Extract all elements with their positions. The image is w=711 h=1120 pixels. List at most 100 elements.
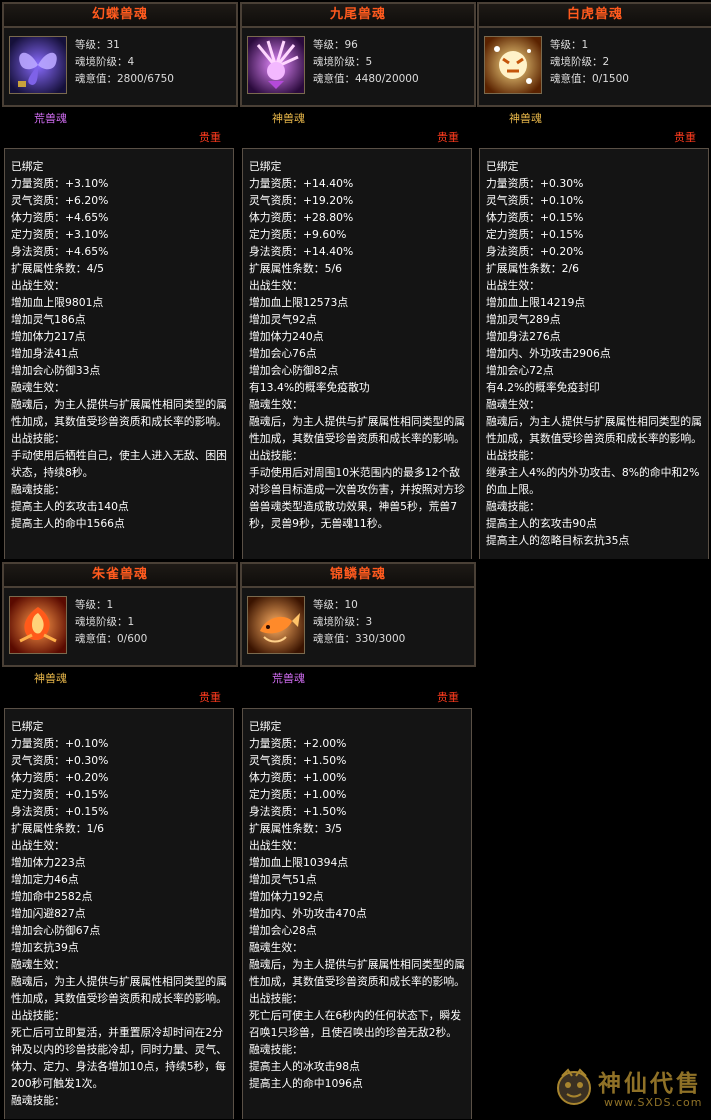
detail-line: 体力资质：+0.20% (11, 771, 109, 784)
detail-line: 融魂生效： (249, 398, 303, 411)
detail-line: 身法资质：+4.65% (11, 245, 109, 258)
card-stats: 等级：1 魂境阶级：2 魂意值：0/1500 (550, 37, 629, 88)
card-title: 朱雀兽魂 (4, 564, 236, 588)
detail-line: 力量资质：+0.30% (486, 177, 584, 190)
stage-text: 魂境阶级：5 (313, 56, 373, 68)
rarity-label: 贵重 (437, 131, 459, 144)
soul-type-label: 神兽魂 (272, 112, 305, 125)
soul-type-label: 神兽魂 (509, 112, 542, 125)
mascot-logo-icon (557, 1068, 591, 1105)
level-text: 等级：96 (313, 39, 358, 51)
stage-text: 魂境阶级：4 (75, 56, 135, 68)
detail-line: 提高主人的忽略目标玄抗35点 (486, 534, 630, 547)
rarity-label: 贵重 (199, 131, 221, 144)
detail-line: 已绑定 (11, 720, 44, 733)
detail-line: 融魂技能： (11, 1094, 65, 1107)
detail-line: 增加内、外功攻击2906点 (486, 347, 611, 360)
rarity-label: 贵重 (199, 691, 221, 704)
soul-card: 白虎兽魂 等级：1 魂境阶级：2 魂意值：0/1500 神兽魂贵重已绑定 力量资质：+0.… (477, 2, 711, 559)
detail-line: 融魂后，为主人提供与扩展属性相同类型的属性加成，其数值受珍兽资质和成长率的影响。 (486, 415, 702, 445)
detail-line: 灵气资质：+6.20% (11, 194, 109, 207)
detail-line: 出战技能： (249, 449, 303, 462)
watermark-text: 神仙代售 (598, 1070, 702, 1097)
detail-line: 增加定力46点 (11, 873, 79, 886)
detail-line: 手动使用后对周围10米范围内的最多12个敌对珍兽目标造成一次兽攻伤害，并按照对方… (249, 466, 465, 530)
detail-line: 增加身法41点 (11, 347, 79, 360)
detail-line: 扩展属性条数：5/6 (249, 262, 342, 275)
watermark-url: www.SXDS.com (604, 1096, 703, 1109)
detail-line: 增加体力217点 (11, 330, 86, 343)
brocade-carp-soul-icon[interactable] (247, 596, 305, 654)
detail-line: 身法资质：+14.40% (249, 245, 354, 258)
soul-type-label: 荒兽魂 (34, 112, 67, 125)
detail-line: 增加会心28点 (249, 924, 317, 937)
detail-line: 定力资质：+1.00% (249, 788, 347, 801)
detail-line: 定力资质：+0.15% (11, 788, 109, 801)
soul-type-label: 神兽魂 (34, 672, 67, 685)
detail-line: 扩展属性条数：1/6 (11, 822, 104, 835)
soul-value-text: 魂意值：0/600 (75, 633, 148, 645)
detail-line: 增加体力192点 (249, 890, 324, 903)
detail-line: 提高主人的玄攻击140点 (11, 500, 129, 513)
vermilion-bird-soul-icon[interactable] (9, 596, 67, 654)
detail-line: 增加会心防御67点 (11, 924, 101, 937)
soul-card: 九尾兽魂 等级：96 魂境阶级：5 魂意值：4480/20000 神兽魂 贵重 已绑定 力量资… (240, 2, 476, 559)
detail-line: 灵气资质：+0.30% (11, 754, 109, 767)
butterfly-soul-icon[interactable] (9, 36, 67, 94)
nine-tail-fox-soul-icon[interactable] (247, 36, 305, 94)
detail-line: 增加会心72点 (486, 364, 554, 377)
detail-line: 增加血上限14219点 (486, 296, 586, 309)
detail-line: 定力资质：+3.10% (11, 228, 109, 241)
soul-card: 锦鳞兽魂 等级：10 魂境阶级：3 魂意值：330/3000 荒兽魂 贵重 已绑定 力量资质：… (240, 562, 476, 1119)
detail-line: 提高主人的命中1096点 (249, 1077, 363, 1090)
detail-line: 身法资质：+0.20% (486, 245, 584, 258)
detail-line: 融魂生效： (11, 381, 65, 394)
detail-line: 融魂生效： (486, 398, 540, 411)
rarity-label: 贵重 (674, 131, 696, 144)
detail-line: 融魂后，为主人提供与扩展属性相同类型的属性加成，其数值受珍兽资质和成长率的影响。 (249, 415, 465, 445)
detail-line: 增加会心防御33点 (11, 364, 101, 377)
detail-line: 已绑定 (249, 160, 282, 173)
card-header: 九尾兽魂 等级：96 魂境阶级：5 魂意值：4480/20000 (240, 2, 476, 107)
detail-line: 增加命中2582点 (11, 890, 93, 903)
card-header: 白虎兽魂 等级：1 魂境阶级：2 魂意值：0/1500 (477, 2, 711, 107)
card-stats: 等级：31 魂境阶级：4 魂意值：2800/6750 (75, 37, 174, 88)
soul-value-text: 魂意值：4480/20000 (313, 73, 419, 85)
card-detail-panel: 已绑定 力量资质：+3.10% 灵气资质：+6.20% 体力资质：+4.65% 定力资质… (4, 148, 234, 559)
detail-line: 融魂生效： (249, 941, 303, 954)
detail-line: 融魂生效： (11, 958, 65, 971)
card-title: 幻蝶兽魂 (4, 4, 236, 28)
detail-line: 体力资质：+28.80% (249, 211, 354, 224)
soul-card: 幻蝶兽魂 等级：31 魂境阶级：4 魂意值：2800/6750 荒兽魂 贵重 已绑定 力量资质… (2, 2, 238, 559)
card-detail-panel: 已绑定 力量资质：+14.40% 灵气资质：+19.20% 体力资质：+28.80% 定… (242, 148, 472, 559)
detail-line: 增加闪避827点 (11, 907, 86, 920)
card-title: 锦鳞兽魂 (242, 564, 474, 588)
detail-line: 提高主人的玄攻击90点 (486, 517, 597, 530)
detail-line: 融魂后，为主人提供与扩展属性相同类型的属性加成，其数值受珍兽资质和成长率的影响。 (249, 958, 465, 988)
detail-line: 增加血上限9801点 (11, 296, 104, 309)
detail-line: 增加血上限12573点 (249, 296, 349, 309)
detail-line: 融魂技能： (249, 1043, 303, 1056)
detail-line: 体力资质：+4.65% (11, 211, 109, 224)
stage-text: 魂境阶级：1 (75, 616, 135, 628)
detail-line: 增加内、外功攻击470点 (249, 907, 367, 920)
detail-line: 力量资质：+14.40% (249, 177, 354, 190)
detail-line: 增加会心防御82点 (249, 364, 339, 377)
detail-line: 出战生效： (11, 839, 65, 852)
card-stats: 等级：96 魂境阶级：5 魂意值：4480/20000 (313, 37, 419, 88)
detail-line: 体力资质：+1.00% (249, 771, 347, 784)
detail-line: 出战生效： (11, 279, 65, 292)
soul-card: 朱雀兽魂 等级：1 魂境阶级：1 魂意值：0/600 神兽魂 贵重 已绑定 力量资质：+0.1… (2, 562, 238, 1119)
detail-line: 死亡后可使主人在6秒内的任何状态下，瞬发召唤1只珍兽，且使召唤出的珍兽无敌2秒。 (249, 1009, 462, 1039)
detail-line: 继承主人4%的内外功攻击、8%的命中和2%的血上限。 (486, 466, 700, 496)
detail-line: 定力资质：+0.15% (486, 228, 584, 241)
white-tiger-soul-icon[interactable] (484, 36, 542, 94)
card-header: 锦鳞兽魂 等级：10 魂境阶级：3 魂意值：330/3000 (240, 562, 476, 667)
detail-line: 融魂技能： (11, 483, 65, 496)
detail-line: 增加灵气186点 (11, 313, 86, 326)
detail-line: 力量资质：+2.00% (249, 737, 347, 750)
level-text: 等级：1 (550, 39, 589, 51)
detail-line: 已绑定 (11, 160, 44, 173)
card-detail-panel: 已绑定 力量资质：+0.30% 灵气资质：+0.10% 体力资质：+0.15% 定力资质… (479, 148, 709, 559)
detail-line: 身法资质：+1.50% (249, 805, 347, 818)
